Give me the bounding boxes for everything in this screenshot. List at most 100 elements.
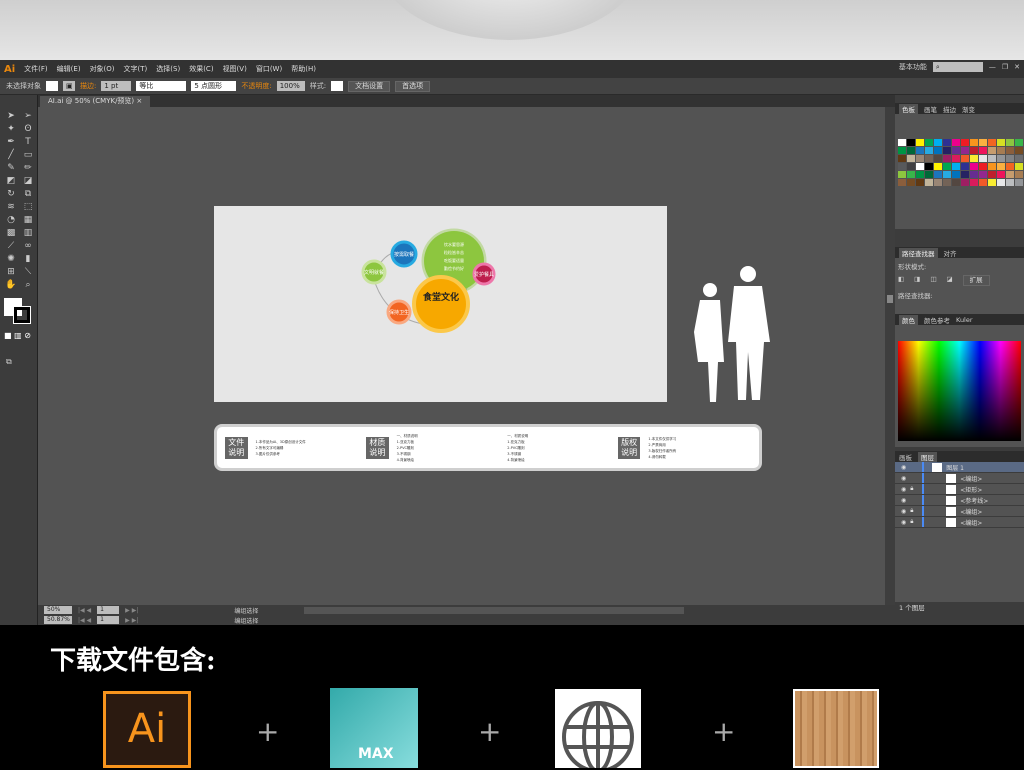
swatch[interactable]	[979, 147, 987, 154]
rotate-tool-icon[interactable]: ↻	[4, 189, 18, 200]
tab-gradient[interactable]: 渐变	[962, 104, 975, 114]
swatch[interactable]	[961, 163, 969, 170]
tab-pathfinder[interactable]: 路径查找器	[899, 247, 938, 258]
swatch[interactable]	[934, 147, 942, 154]
swatch[interactable]	[988, 179, 996, 186]
swatch[interactable]	[898, 147, 906, 154]
rectangle-tool-icon[interactable]: ▭	[21, 150, 35, 161]
layer-row[interactable]: ◉ 🔒︎ <编组>	[895, 506, 1024, 517]
swatch[interactable]	[970, 147, 978, 154]
menu-help[interactable]: 帮助(H)	[291, 64, 316, 74]
blend-tool-icon[interactable]: ∞	[21, 241, 35, 252]
swatch[interactable]	[916, 147, 924, 154]
pencil-icon[interactable]: ✏	[21, 163, 35, 174]
swatch[interactable]	[943, 155, 951, 162]
restore-button[interactable]: ❐	[1002, 63, 1008, 71]
swatch[interactable]	[943, 163, 951, 170]
artboard[interactable]: 食堂文化 文明就餐 按需取餐 爱护餐具 保持卫生 饮水要思源 粒粒皆辛苦 吃饭要…	[214, 206, 667, 402]
tab-align[interactable]: 对齐	[944, 248, 957, 258]
tab-layers[interactable]: 图层	[918, 451, 937, 462]
swatch[interactable]	[943, 139, 951, 146]
lock-icon[interactable]: 🔒︎	[910, 518, 918, 526]
swatch[interactable]	[997, 139, 1005, 146]
swatch[interactable]	[907, 163, 915, 170]
swatch[interactable]	[970, 139, 978, 146]
swatch[interactable]	[952, 147, 960, 154]
swatch[interactable]	[988, 139, 996, 146]
minus-front-icon[interactable]: ◨	[914, 275, 920, 286]
swatch[interactable]	[925, 163, 933, 170]
workspace-switcher[interactable]: 基本功能	[899, 62, 927, 72]
swatch[interactable]	[961, 139, 969, 146]
layer-row[interactable]: ◉ <参考线>	[895, 495, 1024, 506]
menu-file[interactable]: 文件(F)	[24, 64, 48, 74]
swatch[interactable]	[907, 171, 915, 178]
layer-row[interactable]: ◉ 🔒︎ <编组>	[895, 517, 1024, 528]
scale-tool-icon[interactable]: ⧉	[21, 189, 35, 200]
opacity-label[interactable]: 不透明度:	[241, 81, 271, 91]
visibility-eye-icon[interactable]: ◉	[901, 508, 906, 515]
swatch[interactable]	[988, 163, 996, 170]
swatch[interactable]	[970, 179, 978, 186]
shape-builder-icon[interactable]: ◔	[4, 215, 18, 226]
variable-width-profile[interactable]: 等比	[136, 81, 187, 91]
swatch[interactable]	[988, 171, 996, 178]
line-tool-icon[interactable]: ╱	[4, 150, 18, 161]
swatch[interactable]	[1006, 147, 1014, 154]
visibility-eye-icon[interactable]: ◉	[901, 475, 906, 482]
document-setup-button[interactable]: 文档设置	[348, 80, 391, 92]
tab-swatches[interactable]: 色板	[899, 103, 918, 114]
swatch[interactable]	[979, 171, 987, 178]
menu-edit[interactable]: 编辑(E)	[57, 64, 81, 74]
swatch[interactable]	[961, 171, 969, 178]
warp-tool-icon[interactable]: ≋	[4, 202, 18, 213]
hand-tool-icon[interactable]: ✋	[4, 280, 18, 291]
swatch[interactable]	[997, 147, 1005, 154]
swatch[interactable]	[1015, 147, 1023, 154]
swatch[interactable]	[979, 179, 987, 186]
swatch[interactable]	[988, 147, 996, 154]
swatch[interactable]	[916, 163, 924, 170]
lock-icon[interactable]: 🔒︎	[910, 507, 918, 515]
swatch[interactable]	[916, 155, 924, 162]
swatch[interactable]	[934, 179, 942, 186]
menu-object[interactable]: 对象(O)	[90, 64, 115, 74]
swatch[interactable]	[961, 147, 969, 154]
swatch[interactable]	[1006, 163, 1014, 170]
swatch[interactable]	[979, 139, 987, 146]
visibility-eye-icon[interactable]: ◉	[901, 464, 906, 471]
swatch[interactable]	[934, 163, 942, 170]
swatch[interactable]	[1006, 171, 1014, 178]
swatch[interactable]	[979, 163, 987, 170]
swatch[interactable]	[952, 179, 960, 186]
opacity-input[interactable]: 100%	[276, 81, 305, 91]
zoom-input[interactable]: 50%	[44, 606, 72, 614]
swatch[interactable]	[925, 155, 933, 162]
swatch[interactable]	[1015, 179, 1023, 186]
artboard-number-input-2[interactable]: 1	[97, 616, 120, 624]
swatch[interactable]	[961, 155, 969, 162]
swatch[interactable]	[988, 155, 996, 162]
menu-type[interactable]: 文字(T)	[124, 64, 148, 74]
magic-wand-icon[interactable]: ✦	[4, 124, 18, 135]
swatch[interactable]	[1006, 179, 1014, 186]
swatch[interactable]	[898, 171, 906, 178]
preferences-button[interactable]: 首选项	[395, 80, 431, 92]
swatch[interactable]	[898, 163, 906, 170]
menu-window[interactable]: 窗口(W)	[256, 64, 282, 74]
swatch[interactable]	[934, 155, 942, 162]
screen-mode-icon[interactable]: ⧉	[6, 357, 12, 367]
swatch[interactable]	[943, 171, 951, 178]
tab-color-guide[interactable]: 颜色参考	[924, 315, 950, 325]
stroke-color-box[interactable]	[13, 306, 31, 324]
intersect-icon[interactable]: ◫	[930, 275, 936, 286]
close-button[interactable]: ✕	[1014, 63, 1020, 71]
visibility-eye-icon[interactable]: ◉	[901, 486, 906, 493]
swatch[interactable]	[898, 139, 906, 146]
swatch[interactable]	[907, 139, 915, 146]
swatch[interactable]	[943, 147, 951, 154]
tab-artboards[interactable]: 画板	[899, 452, 912, 462]
layer-row[interactable]: ◉ <编组>	[895, 473, 1024, 484]
document-tab[interactable]: AI.ai @ 50% (CMYK/预览) ×	[40, 96, 151, 107]
tab-stroke[interactable]: 描边	[943, 104, 956, 114]
